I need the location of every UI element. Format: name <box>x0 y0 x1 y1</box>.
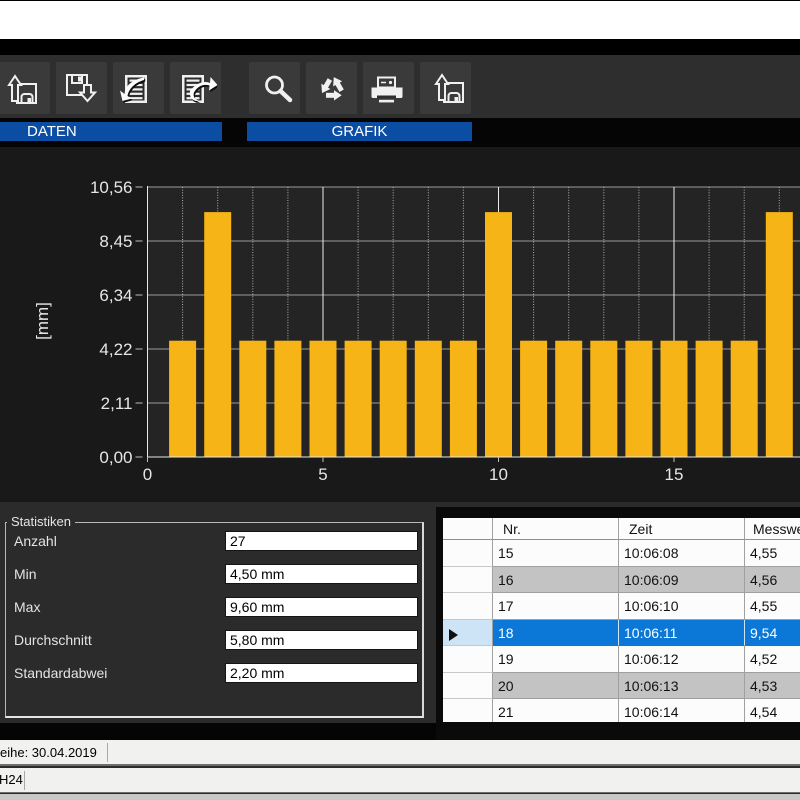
svg-text:2,11: 2,11 <box>101 394 133 413</box>
svg-text:4,22: 4,22 <box>99 340 132 359</box>
svg-text:5: 5 <box>318 465 327 484</box>
svg-text:0,00: 0,00 <box>99 448 132 467</box>
svg-text:10: 10 <box>489 465 508 484</box>
svg-text:6,34: 6,34 <box>99 286 132 305</box>
svg-text:10,56: 10,56 <box>90 178 133 197</box>
svg-text:15: 15 <box>665 465 684 484</box>
svg-text:8,45: 8,45 <box>99 232 132 251</box>
svg-text:[mm]: [mm] <box>33 302 52 340</box>
svg-text:0: 0 <box>143 465 152 484</box>
